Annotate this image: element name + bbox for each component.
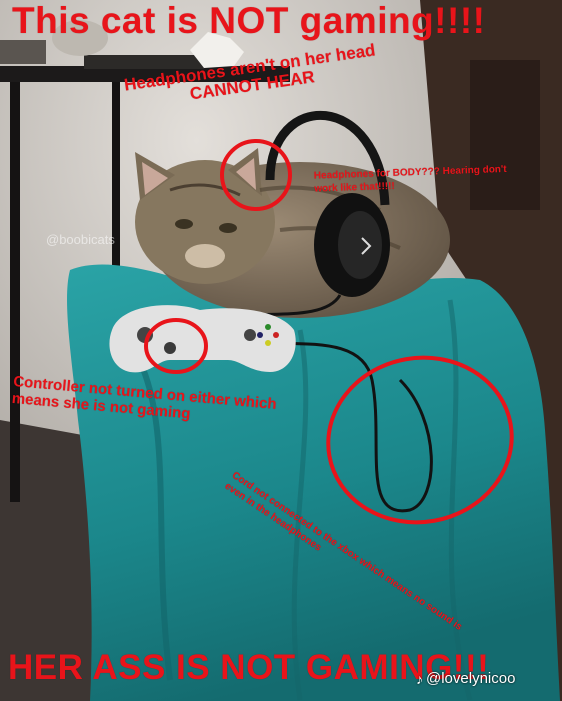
desk-leg-left — [10, 82, 20, 502]
desk-box — [0, 40, 46, 64]
tiktok-credit: ♪ @lovelynicoo — [416, 670, 515, 687]
tiktok-handle: @lovelynicoo — [426, 670, 516, 687]
tiktok-icon: ♪ — [416, 670, 423, 687]
meme-title: This cat is NOT gaming!!!! — [12, 0, 486, 41]
watermark: @boobicats — [46, 232, 115, 247]
cat-eye-left — [175, 219, 193, 229]
photo-scene — [0, 0, 562, 701]
cat-eye-right — [219, 223, 237, 233]
